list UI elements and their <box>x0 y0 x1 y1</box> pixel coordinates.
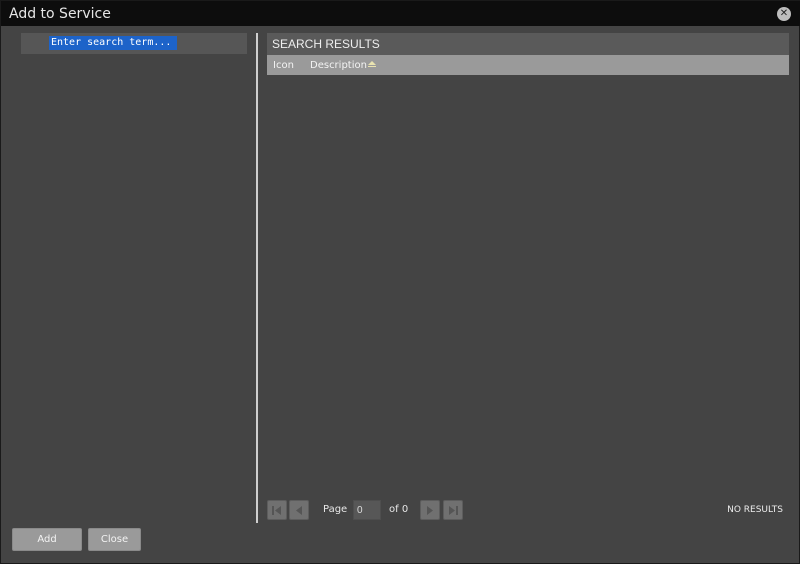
last-page-icon <box>449 506 458 515</box>
results-title: SEARCH RESULTS <box>272 37 380 51</box>
add-button[interactable]: Add <box>12 528 82 551</box>
results-header: SEARCH RESULTS <box>267 33 789 55</box>
prev-page-icon <box>296 506 302 515</box>
first-page-icon <box>272 506 281 515</box>
column-description-header[interactable]: Description <box>310 60 367 71</box>
add-to-service-dialog: Add to Service ✕ SEARCH RESULTS Icon Des… <box>0 0 800 564</box>
results-status: NO RESULTS <box>727 505 783 515</box>
close-icon[interactable]: ✕ <box>777 7 791 21</box>
prev-page-button[interactable] <box>289 500 309 520</box>
next-page-button[interactable] <box>420 500 440 520</box>
results-column-header: Icon Description <box>267 55 789 75</box>
pagination-bar: Page of 0 NO RESULTS <box>267 499 789 521</box>
close-button[interactable]: Close <box>88 528 141 551</box>
page-count-label: of 0 <box>389 504 409 515</box>
page-number-input[interactable] <box>353 500 381 520</box>
column-icon-header[interactable]: Icon <box>273 60 294 71</box>
page-label: Page <box>323 504 348 515</box>
sort-ascending-icon <box>368 61 376 67</box>
search-pane <box>1 26 257 523</box>
title-bar: Add to Service ✕ <box>1 1 800 26</box>
next-page-icon <box>427 506 433 515</box>
last-page-button[interactable] <box>443 500 463 520</box>
search-box <box>21 33 247 54</box>
pane-divider[interactable] <box>256 33 258 523</box>
first-page-button[interactable] <box>267 500 287 520</box>
dialog-title: Add to Service <box>9 6 111 22</box>
search-input[interactable] <box>49 36 177 50</box>
